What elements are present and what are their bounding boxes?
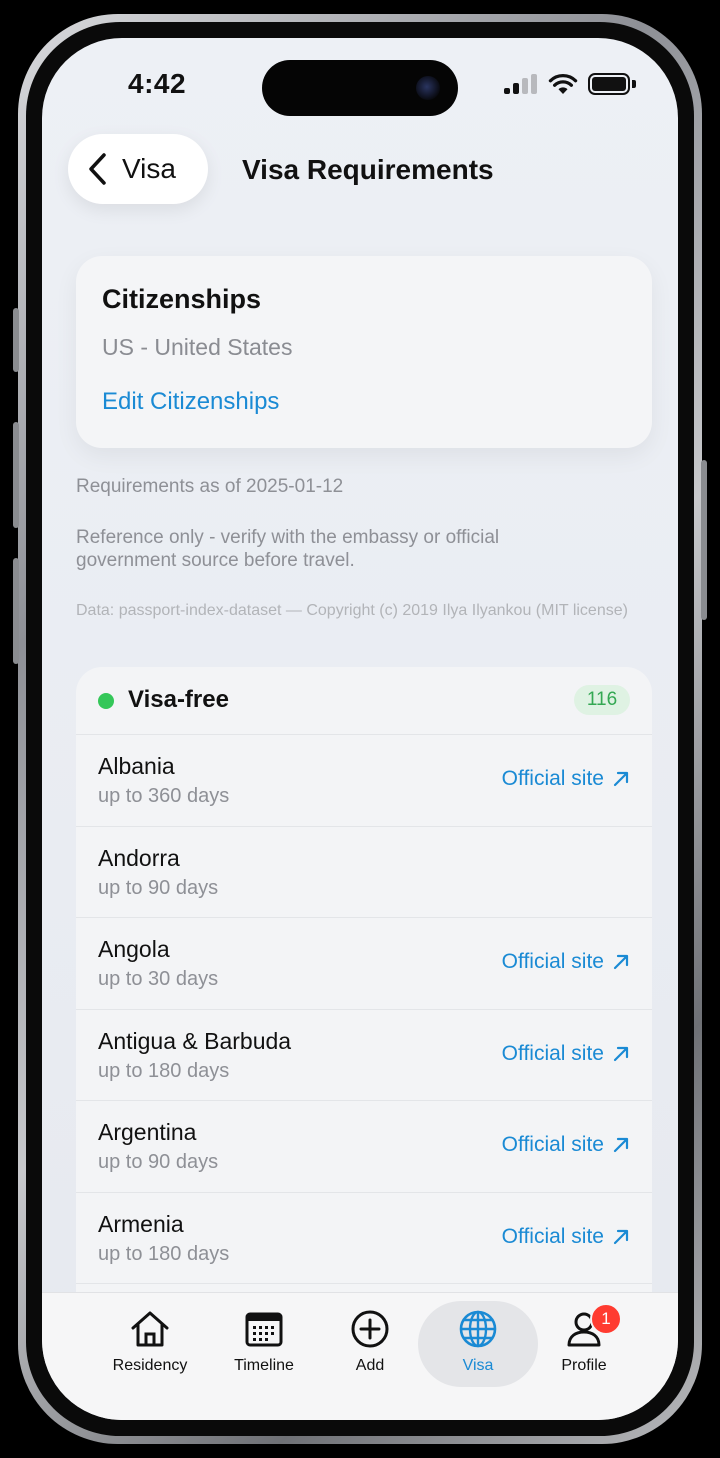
official-site-link[interactable]: Official site: [502, 767, 630, 791]
silent-switch: [13, 308, 19, 372]
citizenship-value: US - United States: [102, 334, 293, 360]
official-site-link[interactable]: Official site: [502, 1042, 630, 1066]
notification-badge: 1: [590, 1303, 622, 1335]
tab-bar: Residency Timeline Add Visa Profile 1: [42, 1292, 678, 1420]
external-link-arrow-icon: [613, 1046, 629, 1061]
dynamic-island: [262, 60, 458, 116]
official-site-label: Official site: [501, 1041, 604, 1065]
visa-free-label: Visa-free: [128, 686, 229, 713]
stay-duration: up to 30 days: [98, 968, 219, 990]
country-row[interactable]: Angola up to 30 days Official site: [76, 918, 652, 1010]
citizenships-card: Citizenships US - United States Edit Cit…: [76, 256, 652, 448]
volume-up-button: [13, 422, 19, 528]
visa-free-count-badge: 116: [574, 685, 630, 715]
stay-duration: up to 180 days: [98, 1059, 230, 1082]
external-link-arrow-icon: [613, 954, 629, 970]
edit-citizenships-link[interactable]: Edit Citizenships: [102, 388, 279, 416]
cellular-signal-icon: [504, 74, 538, 94]
status-time: 4:42: [128, 68, 187, 99]
status-dot-icon: [98, 693, 114, 709]
tab-residency[interactable]: Residency: [90, 1301, 210, 1387]
stay-duration: up to 360 days: [98, 785, 230, 807]
country-row[interactable]: Albania up to 360 days Official site: [76, 735, 652, 827]
wifi-icon: [548, 74, 578, 94]
stay-duration: up to 90 days: [98, 1151, 219, 1173]
citizenships-title: Citizenships: [102, 284, 262, 314]
battery-cap: [632, 80, 636, 88]
visa-free-list: Visa-free 116 Albania up to 360 days Off…: [76, 667, 652, 1387]
country-row[interactable]: Andorra up to 90 days: [76, 827, 652, 918]
screen: 4:42 Visa Visa Requirements Citizenships…: [42, 38, 678, 1420]
back-label: Visa: [122, 153, 176, 184]
tab-profile[interactable]: Profile 1: [524, 1301, 644, 1387]
back-button[interactable]: Visa: [68, 134, 208, 204]
data-source-note: Data: passport-index-dataset — Copyright…: [76, 602, 628, 619]
official-site-link[interactable]: Official site: [502, 950, 630, 974]
power-button: [701, 460, 707, 620]
country-row[interactable]: Argentina up to 90 days Official site: [76, 1101, 652, 1193]
country-name: Antigua & Barbuda: [98, 1027, 292, 1054]
country-name: Angola: [98, 936, 170, 962]
tab-label: Profile: [561, 1357, 607, 1374]
visa-free-header[interactable]: Visa-free 116: [76, 667, 652, 735]
external-link-arrow-icon: [613, 1137, 629, 1153]
tab-label: Timeline: [234, 1357, 294, 1374]
official-site-link[interactable]: Official site: [502, 1225, 630, 1249]
tab-timeline[interactable]: Timeline: [204, 1301, 324, 1387]
country-row[interactable]: Antigua & Barbuda up to 180 days Officia…: [76, 1010, 652, 1101]
stay-duration: up to 180 days: [98, 1242, 230, 1265]
tab-label: Residency: [112, 1357, 188, 1374]
tab-label: Visa: [462, 1357, 494, 1374]
official-site-label: Official site: [501, 767, 604, 790]
house-icon: [131, 1311, 169, 1347]
official-site-label: Official site: [501, 1133, 604, 1156]
country-name: Armenia: [98, 1210, 184, 1237]
globe-icon: [459, 1310, 497, 1348]
tab-visa[interactable]: Visa: [418, 1301, 538, 1387]
tab-label: Add: [355, 1357, 385, 1374]
external-link-arrow-icon: [613, 771, 629, 787]
official-site-label: Official site: [501, 1224, 604, 1248]
calendar-icon: [245, 1312, 283, 1347]
external-link-arrow-icon: [613, 1229, 629, 1244]
stay-duration: up to 90 days: [98, 876, 219, 899]
page-title: Visa Requirements: [242, 154, 494, 185]
official-site-label: Official site: [501, 950, 604, 973]
battery-icon: [588, 73, 630, 95]
requirements-date: Requirements as of 2025-01-12: [76, 476, 344, 497]
country-name: Albania: [98, 753, 175, 779]
volume-down-button: [13, 558, 19, 664]
reference-disclaimer: Reference only - verify with the embassy…: [76, 527, 500, 571]
official-site-link[interactable]: Official site: [502, 1133, 630, 1157]
plus-circle-icon: [351, 1310, 389, 1348]
tab-add[interactable]: Add: [310, 1301, 430, 1387]
country-name: Andorra: [98, 844, 180, 871]
camera-icon: [416, 76, 440, 100]
country-row[interactable]: Armenia up to 180 days Official site: [76, 1193, 652, 1284]
chevron-left-icon: [89, 153, 106, 185]
country-name: Argentina: [98, 1119, 197, 1145]
